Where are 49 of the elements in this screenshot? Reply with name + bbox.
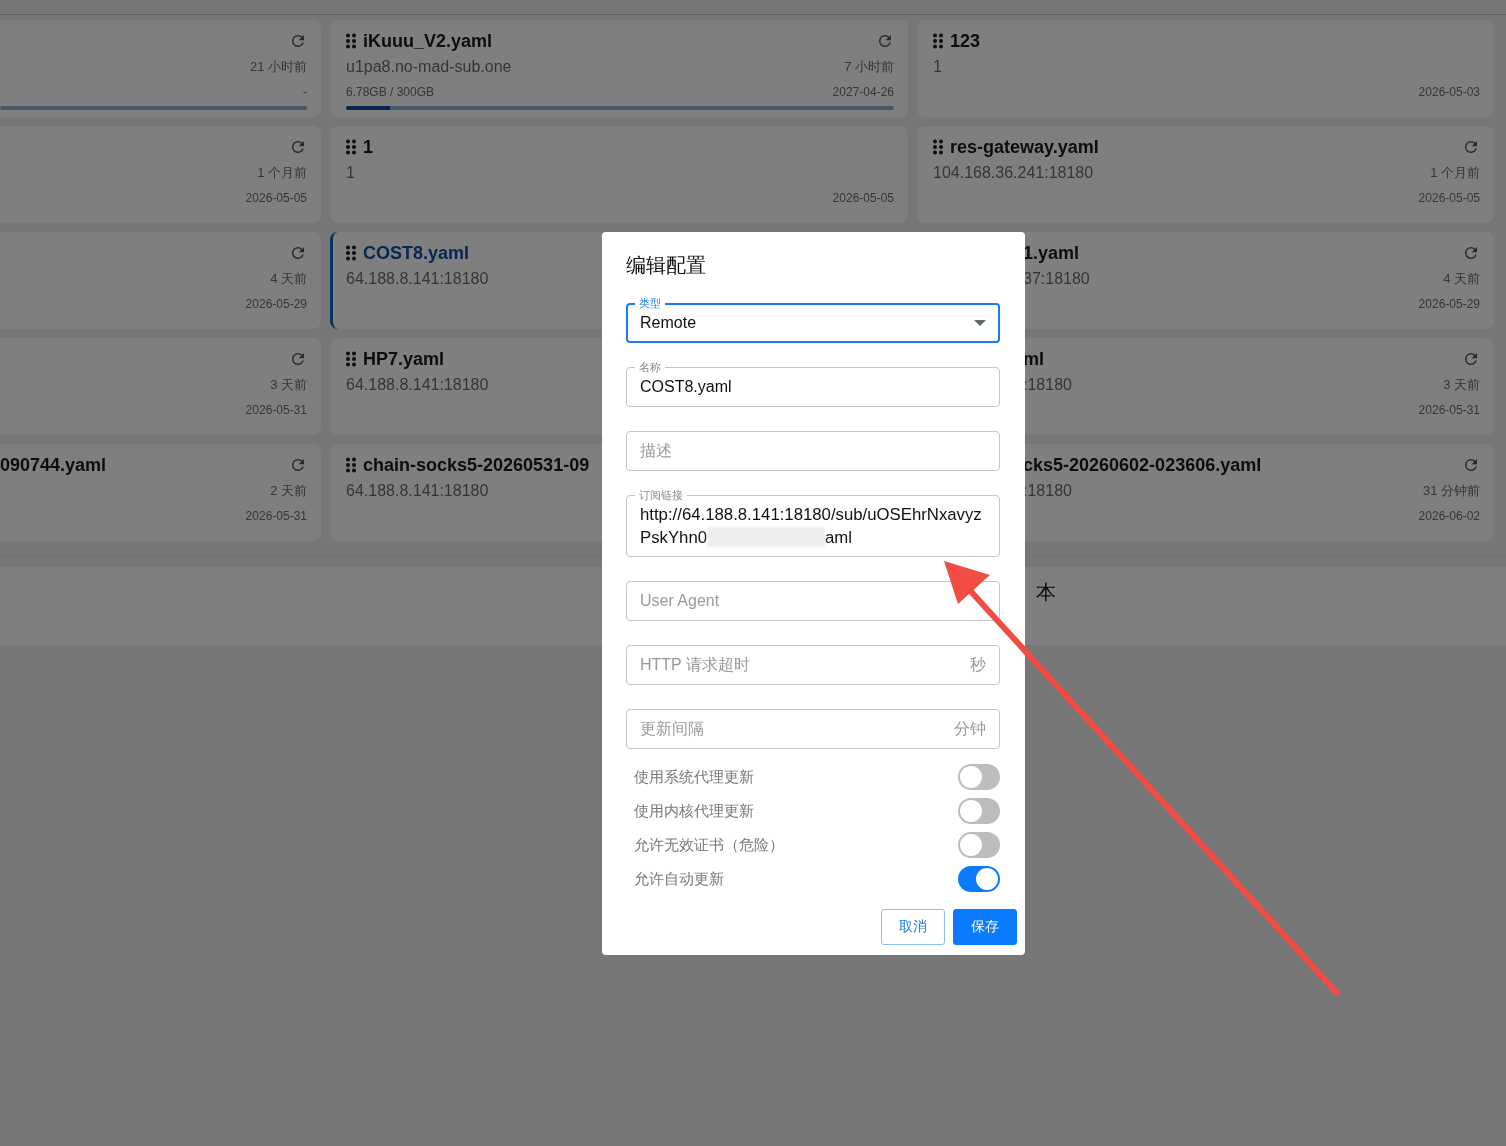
card-date: 2027-04-26: [832, 85, 894, 99]
update-time: 1 个月前: [257, 163, 307, 182]
card-date: 2026-05-05: [832, 191, 894, 205]
profile-title: COST8.yaml: [363, 242, 470, 264]
toggle-label: 使用内核代理更新: [634, 801, 754, 821]
profile-title: iKuuu_V2.yaml: [363, 30, 493, 52]
profile-title: chain-socks5-20260531-09: [363, 454, 590, 476]
card-date: 2026-05-05: [1418, 191, 1480, 205]
profile-address: :18180: [1023, 375, 1072, 394]
update-time: 7 小时前: [844, 57, 894, 76]
profile-address: 1: [346, 163, 355, 182]
card-date: -: [303, 85, 307, 99]
profile-address: u1pa8.no-mad-sub.one: [346, 57, 512, 76]
profile-address: 64.188.8.141:18180: [346, 375, 489, 394]
profile-address: :18180: [1023, 481, 1072, 500]
update-time: 4 天前: [1443, 269, 1480, 288]
profile-address: 104.168.36.241:18180: [933, 163, 1094, 182]
update-time: 2 天前: [270, 481, 307, 500]
card-date: 2026-05-31: [1418, 403, 1480, 417]
card-date: 2026-05-29: [245, 297, 307, 311]
card-date: 2026-05-29: [1418, 297, 1480, 311]
profile-title: 090744.yaml: [0, 454, 107, 476]
update-time: 3 天前: [270, 375, 307, 394]
card-date: 2026-05-05: [245, 191, 307, 205]
update-time: 4 天前: [270, 269, 307, 288]
profile-address: 1: [933, 57, 942, 76]
profile-title: res-gateway.yaml: [950, 136, 1099, 158]
profile-title: 1: [363, 136, 373, 158]
profile-address: 37:18180: [1023, 269, 1090, 288]
profile-address: 64.188.8.141:18180: [346, 481, 489, 500]
toggle-label: 允许无效证书（危险）: [634, 835, 784, 855]
profile-title: 1.yaml: [1023, 242, 1080, 264]
card-date: 2026-06-02: [1418, 509, 1480, 523]
toggle-label: 允许自动更新: [634, 869, 724, 889]
card-date: 2026-05-31: [245, 509, 307, 523]
update-time: 3 天前: [1443, 375, 1480, 394]
profile-title: cks5-20260602-023606.yaml: [1023, 454, 1262, 476]
profile-title: HP7.yaml: [363, 348, 445, 370]
toggle-label: 使用系统代理更新: [634, 767, 754, 787]
dialog-title: 编辑配置: [626, 253, 706, 278]
traffic-usage: 6.78GB / 300GB: [346, 85, 435, 99]
update-time: 21 小时前: [249, 57, 307, 76]
update-time: 1 个月前: [1430, 163, 1480, 182]
profile-title: 123: [950, 30, 981, 52]
update-time: 31 分钟前: [1422, 481, 1480, 500]
card-date: 2026-05-31: [245, 403, 307, 417]
section-title: 本: [1036, 580, 1056, 605]
profile-address: 64.188.8.141:18180: [346, 269, 489, 288]
card-date: 2026-05-03: [1418, 85, 1480, 99]
